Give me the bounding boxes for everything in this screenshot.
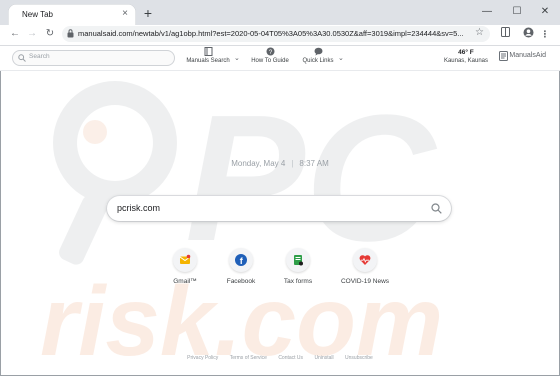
brand-name[interactable]: ManualsAid	[509, 52, 546, 59]
how-to-guide-link[interactable]: ? How To Guide	[249, 47, 291, 64]
chevron-down-icon[interactable]: ⌄	[338, 54, 344, 62]
footer-link-unsubscribe[interactable]: Unsubscribe	[345, 355, 373, 361]
minimize-icon[interactable]: —	[476, 3, 498, 21]
tile-tax-forms[interactable]: Tax forms	[268, 248, 328, 285]
new-tab-button[interactable]: +	[140, 6, 156, 22]
help-icon: ?	[266, 47, 274, 56]
tab-new-tab[interactable]: New Tab ×	[8, 4, 136, 27]
tile-gmail[interactable]: Gmail™	[155, 248, 215, 285]
footer-link-uninstall[interactable]: Uninstall	[314, 355, 333, 361]
date-time-display: Monday, May 4 | 8:37 AM	[0, 159, 560, 168]
weather-temperature: 46° F	[458, 49, 474, 56]
tile-label: Facebook	[226, 278, 256, 285]
maximize-icon[interactable]: ☐	[506, 3, 528, 21]
time-text: 8:37 AM	[299, 159, 329, 168]
bookmark-star-icon[interactable]: ☆	[475, 27, 484, 38]
extension-icon[interactable]	[498, 27, 512, 41]
gmail-icon	[179, 254, 191, 264]
gmail-tile-circle	[173, 248, 197, 272]
reload-icon[interactable]: ↻	[43, 27, 57, 41]
date-time-separator: |	[291, 159, 294, 168]
close-window-icon[interactable]: ✕	[534, 3, 556, 21]
forward-icon[interactable]: →	[25, 27, 39, 41]
quick-links-link[interactable]: Quick Links	[300, 47, 336, 64]
tile-label: COVID-19 News	[340, 278, 390, 285]
footer-link-contact[interactable]: Contact Us	[278, 355, 303, 361]
extension-search-input[interactable]: Search	[12, 50, 175, 66]
search-query-text[interactable]: pcrisk.com	[117, 203, 160, 213]
search-icon	[18, 54, 26, 62]
covid-news-tile-circle	[353, 248, 377, 272]
tile-covid-news[interactable]: COVID-19 News	[335, 248, 395, 285]
main-search-input[interactable]: pcrisk.com	[107, 196, 451, 221]
tab-title: New Tab	[22, 10, 53, 19]
search-placeholder: Search	[29, 53, 50, 60]
url-text[interactable]: manualsaid.com/newtab/v1/ag1obp.html?est…	[78, 29, 473, 38]
weather-widget[interactable]: 46° F Kaunas, Kaunas	[444, 49, 488, 64]
quick-links-label: Quick Links	[302, 58, 334, 64]
address-bar[interactable]: manualsaid.com/newtab/v1/ag1obp.html?est…	[62, 26, 490, 42]
tile-label: Gmail™	[173, 278, 197, 285]
back-icon[interactable]: ←	[8, 27, 22, 41]
pcrisk-watermark: PC risk.com	[40, 78, 443, 376]
weather-location: Kaunas, Kaunas	[443, 58, 488, 64]
footer-link-terms[interactable]: Terms of Service	[230, 355, 267, 361]
footer-link-privacy[interactable]: Privacy Policy	[187, 355, 218, 361]
how-to-guide-label: How To Guide	[251, 58, 289, 64]
manual-book-icon	[204, 47, 212, 56]
facebook-icon: f	[235, 254, 247, 266]
manualsaid-logo-icon	[499, 51, 508, 61]
menu-kebab-icon[interactable]: ⋮	[538, 27, 552, 41]
covid-news-icon	[359, 255, 371, 265]
manuals-search-label: Manuals Search	[186, 58, 230, 64]
tile-facebook[interactable]: f Facebook	[211, 248, 271, 285]
search-icon[interactable]	[431, 203, 442, 214]
lock-icon	[67, 29, 74, 38]
chevron-down-icon[interactable]: ⌄	[234, 54, 240, 62]
profile-avatar-icon[interactable]	[521, 27, 535, 41]
tile-label: Tax forms	[283, 278, 313, 285]
facebook-tile-circle: f	[229, 248, 253, 272]
tax-forms-tile-circle	[286, 248, 310, 272]
footer-links: Privacy Policy Terms of Service Contact …	[0, 355, 560, 361]
tab-close-icon[interactable]: ×	[122, 8, 128, 20]
manuals-search-link[interactable]: Manuals Search	[184, 47, 232, 64]
tab-strip: New Tab × + — ☐ ✕	[0, 0, 560, 27]
date-text: Monday, May 4	[231, 159, 286, 168]
extension-bar: Search Manuals Search ⌄ ? How To Guide Q…	[0, 46, 560, 71]
tax-forms-icon	[294, 255, 303, 266]
chat-bubble-icon	[314, 47, 322, 56]
